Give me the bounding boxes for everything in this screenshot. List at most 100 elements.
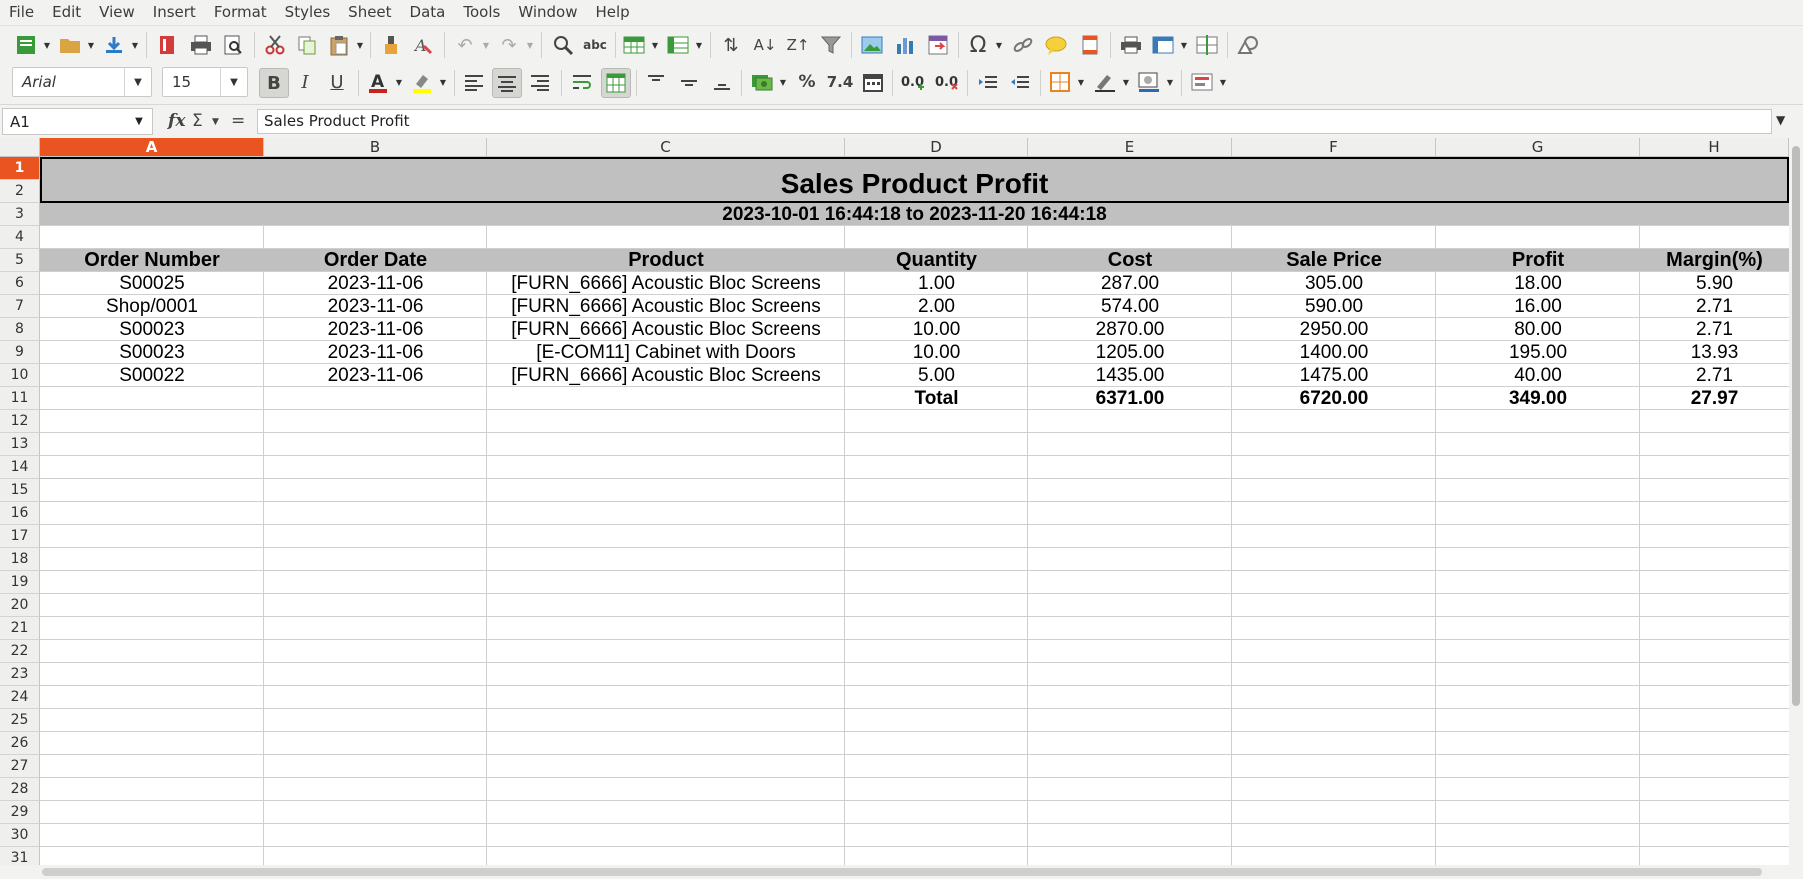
bold-button[interactable]: B (259, 68, 289, 98)
vertical-scrollbar[interactable] (1789, 138, 1803, 865)
name-box[interactable]: A1 ▼ (2, 108, 153, 135)
expand-formula-icon[interactable]: ▼ (1776, 113, 1785, 127)
data-cell[interactable]: 1400.00 (1232, 341, 1436, 364)
column-header-g[interactable]: G (1436, 138, 1640, 157)
date-format-icon[interactable] (859, 68, 887, 96)
sort-icon[interactable]: ⇅ (717, 31, 745, 59)
data-cell[interactable]: 10.00 (845, 341, 1028, 364)
data-cell[interactable]: [FURN_6666] Acoustic Bloc Screens (487, 364, 845, 387)
percent-format-icon[interactable]: % (793, 68, 821, 96)
row-header-8[interactable]: 8 (0, 318, 40, 341)
menu-window[interactable]: Window (509, 0, 586, 25)
decrease-indent-icon[interactable] (1006, 68, 1034, 96)
row-header-29[interactable]: 29 (0, 801, 40, 824)
horizontal-scrollbar[interactable] (0, 865, 1803, 879)
data-cell[interactable]: 2023-11-06 (264, 272, 487, 295)
align-middle-icon[interactable] (675, 68, 703, 96)
sheet-title[interactable]: Sales Product Profit (40, 165, 1789, 203)
special-character-icon[interactable]: Ω (964, 31, 992, 59)
data-cell[interactable]: S00023 (40, 318, 264, 341)
spelling-icon[interactable]: abc (581, 31, 609, 59)
row-header-18[interactable]: 18 (0, 548, 40, 571)
hyperlink-icon[interactable] (1009, 31, 1037, 59)
currency-dropdown-icon[interactable]: ▼ (778, 68, 788, 96)
row-header-30[interactable]: 30 (0, 824, 40, 847)
header-footer-icon[interactable] (1076, 31, 1104, 59)
menu-view[interactable]: View (90, 0, 144, 25)
data-cell[interactable]: 2870.00 (1028, 318, 1232, 341)
undo-icon[interactable]: ↶ (451, 31, 479, 59)
row-icon[interactable] (620, 31, 648, 59)
paste-dropdown-icon[interactable]: ▼ (355, 31, 365, 59)
menu-data[interactable]: Data (401, 0, 455, 25)
row-header-3[interactable]: 3 (0, 203, 40, 226)
data-cell[interactable]: 2.71 (1640, 364, 1789, 387)
menu-format[interactable]: Format (205, 0, 276, 25)
column-title[interactable]: Sale Price (1232, 249, 1436, 272)
redo-icon[interactable]: ↷ (495, 31, 523, 59)
borders-dropdown-icon[interactable]: ▼ (1076, 68, 1086, 96)
row-header-2[interactable]: 2 (0, 180, 40, 203)
conditional-format-icon[interactable] (1188, 68, 1216, 96)
row-header-25[interactable]: 25 (0, 709, 40, 732)
pivot-table-icon[interactable] (924, 31, 952, 59)
data-cell[interactable]: 195.00 (1436, 341, 1640, 364)
menu-tools[interactable]: Tools (454, 0, 509, 25)
print-area-icon[interactable] (1117, 31, 1145, 59)
currency-format-icon[interactable] (748, 68, 776, 96)
horizontal-scroll-thumb[interactable] (42, 868, 1762, 876)
border-style-icon[interactable] (1091, 68, 1119, 96)
sum-button[interactable]: Σ (192, 111, 203, 131)
total-label[interactable]: Total (845, 387, 1028, 410)
row-header-20[interactable]: 20 (0, 594, 40, 617)
data-cell[interactable]: 1205.00 (1028, 341, 1232, 364)
data-cell[interactable]: 590.00 (1232, 295, 1436, 318)
menu-file[interactable]: File (0, 0, 43, 25)
row-header-21[interactable]: 21 (0, 617, 40, 640)
data-cell[interactable]: 1475.00 (1232, 364, 1436, 387)
data-cell[interactable]: 2.00 (845, 295, 1028, 318)
new-document-icon[interactable] (12, 31, 40, 59)
new-dropdown-icon[interactable]: ▼ (42, 31, 52, 59)
spreadsheet-grid[interactable]: ABCDEFGH 1 2 3 4 5 6 7 8 9 10 11 12 13 14 15 16 17 18 19 20… (0, 138, 1789, 865)
font-color-icon[interactable]: A (364, 68, 392, 96)
data-cell[interactable]: 2950.00 (1232, 318, 1436, 341)
merge-cells-icon[interactable] (601, 68, 631, 98)
align-center-icon[interactable] (492, 68, 522, 98)
save-dropdown-icon[interactable]: ▼ (130, 31, 140, 59)
export-pdf-icon[interactable] (153, 31, 181, 59)
data-cell[interactable]: 2023-11-06 (264, 318, 487, 341)
data-cell[interactable]: 1.00 (845, 272, 1028, 295)
column-title[interactable]: Margin(%) (1640, 249, 1789, 272)
data-cell[interactable]: [E-COM11] Cabinet with Doors (487, 341, 845, 364)
data-cell[interactable]: 40.00 (1436, 364, 1640, 387)
row-header-19[interactable]: 19 (0, 571, 40, 594)
vertical-scroll-thumb[interactable] (1792, 146, 1800, 706)
wrap-text-icon[interactable] (568, 68, 596, 96)
highlight-dropdown-icon[interactable]: ▼ (438, 68, 448, 96)
data-cell[interactable]: 287.00 (1028, 272, 1232, 295)
row-header-6[interactable]: 6 (0, 272, 40, 295)
find-replace-icon[interactable] (549, 31, 577, 59)
row-header-15[interactable]: 15 (0, 479, 40, 502)
data-cell[interactable]: 2023-11-06 (264, 364, 487, 387)
shapes-icon[interactable] (1234, 31, 1262, 59)
paste-icon[interactable] (325, 31, 353, 59)
copy-icon[interactable] (293, 31, 321, 59)
select-all-corner[interactable] (0, 138, 40, 157)
open-dropdown-icon[interactable]: ▼ (86, 31, 96, 59)
row-header-31[interactable]: 31 (0, 847, 40, 865)
data-cell[interactable]: S00025 (40, 272, 264, 295)
special-character-dropdown-icon[interactable]: ▼ (994, 31, 1004, 59)
delete-decimal-icon[interactable]: 0.0 (933, 68, 961, 96)
row-dropdown-icon[interactable]: ▼ (650, 31, 660, 59)
column-icon[interactable] (664, 31, 692, 59)
conditional-dropdown-icon[interactable]: ▼ (1218, 68, 1228, 96)
column-header-b[interactable]: B (264, 138, 487, 157)
align-top-icon[interactable] (642, 68, 670, 96)
menu-styles[interactable]: Styles (276, 0, 340, 25)
highlight-color-icon[interactable] (408, 68, 436, 96)
row-header-14[interactable]: 14 (0, 456, 40, 479)
column-title[interactable]: Order Date (264, 249, 487, 272)
data-cell[interactable]: 2.71 (1640, 295, 1789, 318)
